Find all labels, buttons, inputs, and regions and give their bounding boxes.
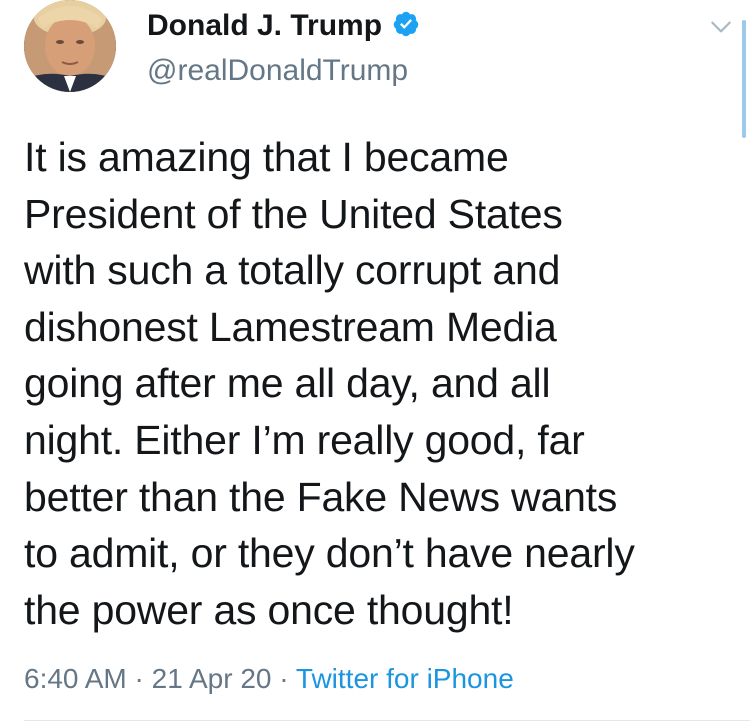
tweet-source-link[interactable]: Twitter for iPhone [296,663,514,694]
verified-badge-icon [393,11,419,37]
tweet-time[interactable]: 6:40 AM [24,663,127,694]
divider [24,720,750,721]
avatar[interactable] [24,0,116,92]
tweet-meta: 6:40 AM · 21 Apr 20 · Twitter for iPhone [24,662,514,696]
tweet-date[interactable]: 21 Apr 20 [152,663,272,694]
author-handle[interactable]: @realDonaldTrump [147,53,408,89]
tweet-text: It is amazing that I became President of… [24,134,635,633]
display-name[interactable]: Donald J. Trump [147,8,382,44]
chevron-down-icon[interactable] [708,14,734,40]
meta-separator: · [279,663,289,694]
scroll-indicator [742,20,746,138]
meta-separator: · [134,663,144,694]
tweet-card: Donald J. Trump @realDonaldTrump It is a… [0,0,750,725]
